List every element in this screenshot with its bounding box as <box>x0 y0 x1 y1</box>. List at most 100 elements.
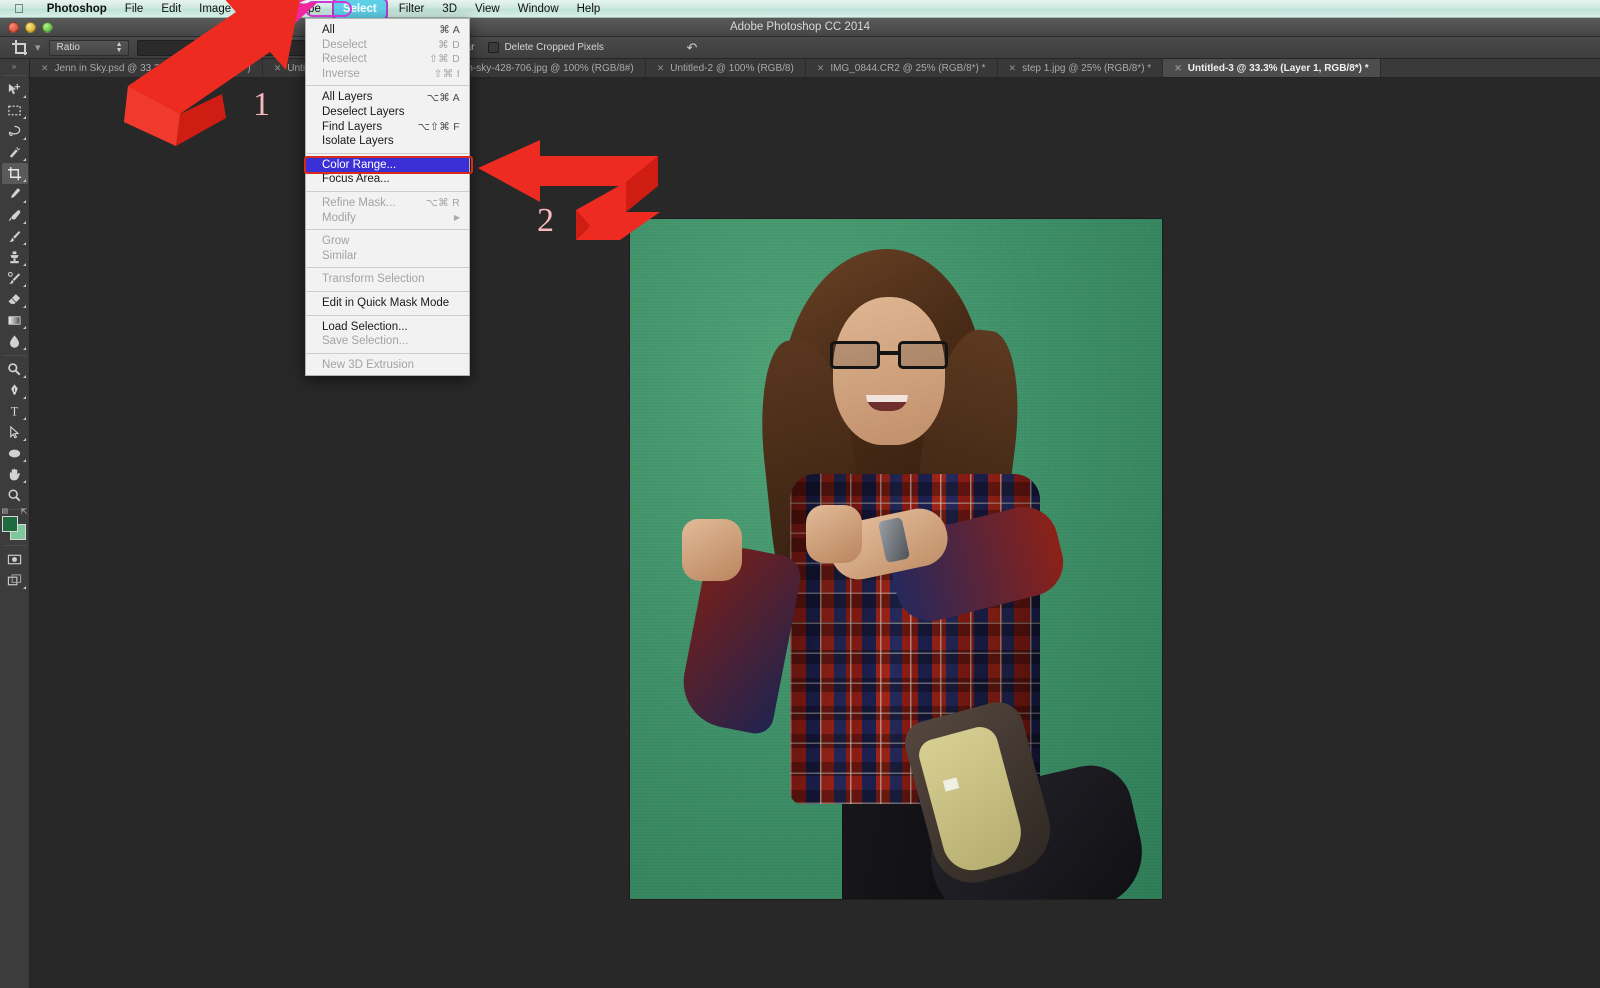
move-tool[interactable] <box>2 79 28 100</box>
close-icon[interactable]: ✕ <box>41 63 49 74</box>
delete-cropped-pixels-checkbox[interactable]: Delete Cropped Pixels <box>488 42 604 53</box>
crop-tool[interactable] <box>1 163 28 184</box>
menu-help[interactable]: Help <box>568 0 610 18</box>
tool-more-indicator <box>22 95 26 98</box>
quick-selection-tool[interactable] <box>2 142 28 163</box>
menu-item-color-range[interactable]: Color Range... <box>306 157 469 173</box>
menu-filter[interactable]: Filter <box>390 0 434 18</box>
close-icon[interactable]: ✕ <box>274 63 282 74</box>
lasso-tool[interactable] <box>2 121 28 142</box>
crop-ratio-select[interactable]: Ratio ▲ ▼ <box>48 39 129 56</box>
document-tab[interactable]: ✕ Untitled-2 @ 100% (RGB/8) <box>645 59 806 77</box>
menu-type[interactable]: Type <box>287 0 330 18</box>
pen-tool[interactable] <box>2 380 28 401</box>
crop-tool-icon <box>12 40 27 55</box>
document-image[interactable] <box>630 219 1162 899</box>
spot-healing-brush-tool[interactable] <box>2 205 28 226</box>
document-tab[interactable]: ✕ Jenn in Sky.psd @ 33.3% (Layer 0, RGB/… <box>30 59 263 77</box>
tab-label: Untitled-2 @ 100% (RGB/8) <box>670 62 794 74</box>
menu-divider <box>306 352 469 354</box>
menu-item-label: Isolate Layers <box>322 135 394 148</box>
document-tab[interactable]: ✕ step 1.jpg @ 25% (RGB/8*) * <box>997 59 1164 77</box>
zoom-tool[interactable] <box>2 485 28 506</box>
panel-grip-icon[interactable]: » <box>12 61 17 72</box>
close-icon[interactable]: ✕ <box>1174 63 1182 74</box>
svg-text:T: T <box>11 405 19 419</box>
quick-mask-mode-button[interactable] <box>2 549 28 570</box>
ellipse-shape-tool[interactable] <box>2 443 28 464</box>
eraser-tool[interactable] <box>2 289 28 310</box>
menu-item-label: Color Range... <box>322 158 397 171</box>
color-swatches[interactable]: ▤ ⇱ <box>1 507 28 542</box>
hand-tool[interactable] <box>2 464 28 485</box>
menu-item-shortcut: ⌘ D <box>438 38 460 51</box>
tool-more-indicator <box>22 480 26 483</box>
menu-item-inverse: Inverse ⇧⌘ I <box>306 67 469 82</box>
canvas-area[interactable] <box>30 78 1600 988</box>
menu-item-label: Inverse <box>322 67 360 80</box>
path-selection-tool[interactable] <box>2 422 28 443</box>
close-icon[interactable]: ✕ <box>657 63 665 74</box>
brush-tool[interactable] <box>2 226 28 247</box>
menu-item-isolate-layers[interactable]: Isolate Layers <box>306 134 469 149</box>
document-tab[interactable]: ✕ IMG_0844.CR2 @ 25% (RGB/8*) * <box>805 59 998 77</box>
menu-item-label: Save Selection... <box>322 335 409 348</box>
menu-photoshop[interactable]: Photoshop <box>38 0 116 18</box>
reset-arrow-icon[interactable]: ↶ <box>684 40 700 56</box>
default-colors-icon[interactable]: ▤ <box>2 507 9 515</box>
close-icon[interactable]: ✕ <box>1009 63 1017 74</box>
menu-image[interactable]: Image <box>190 0 240 18</box>
tool-more-indicator <box>22 137 26 140</box>
select-menu-dropdown[interactable]: All ⌘ A Deselect ⌘ D Reselect ⇧⌘ D Inver… <box>304 18 473 377</box>
menu-3d[interactable]: 3D <box>433 0 466 18</box>
menu-view[interactable]: View <box>466 0 509 18</box>
history-brush-tool[interactable] <box>2 268 28 289</box>
divider <box>3 545 26 546</box>
menu-select[interactable]: Select <box>333 0 386 18</box>
menu-item-all[interactable]: All ⌘ A <box>306 23 469 38</box>
apple-logo-icon[interactable]:  <box>14 2 24 15</box>
swap-colors-icon[interactable]: ⇱ <box>21 507 28 516</box>
menu-file[interactable]: File <box>116 0 153 18</box>
eyedropper-tool[interactable] <box>2 184 28 205</box>
menu-item-label: New 3D Extrusion <box>322 358 415 371</box>
menu-item-shortcut: ⇧⌘ I <box>433 68 460 81</box>
blur-tool[interactable] <box>2 331 28 352</box>
type-tool[interactable]: T <box>2 401 28 422</box>
gradient-tool[interactable] <box>2 310 28 331</box>
menu-edit[interactable]: Edit <box>152 0 190 18</box>
menu-item-new-3d-extrusion: New 3D Extrusion <box>306 358 469 373</box>
tool-more-indicator <box>22 586 26 589</box>
tool-more-indicator <box>22 438 26 441</box>
rectangular-marquee-tool[interactable] <box>2 100 28 121</box>
tab-label: Untitled-3 @ 33.3% (Layer 1, RGB/8*) * <box>1187 62 1369 74</box>
menu-item-label: Find Layers <box>322 120 383 133</box>
document-tab-bar: ✕ Jenn in Sky.psd @ 33.3% (Layer 0, RGB/… <box>30 59 1600 78</box>
tools-panel: » T ▤ ⇱ <box>0 59 30 988</box>
menu-item-all-layers[interactable]: All Layers ⌥⌘ A <box>306 90 469 105</box>
menu-divider <box>306 267 469 269</box>
clone-stamp-tool[interactable] <box>2 247 28 268</box>
dodge-tool[interactable] <box>2 359 28 380</box>
menu-divider <box>306 85 469 87</box>
menu-window[interactable]: Window <box>509 0 568 18</box>
menu-item-label: Transform Selection <box>322 273 425 286</box>
lens-left <box>830 341 880 369</box>
foreground-color-swatch[interactable] <box>1 516 18 532</box>
document-tab-active[interactable]: ✕ Untitled-3 @ 33.3% (Layer 1, RGB/8*) * <box>1163 59 1381 77</box>
screen-mode-button[interactable] <box>2 570 28 591</box>
subject-teeth <box>866 395 908 402</box>
menu-item-focus-area[interactable]: Focus Area... <box>306 172 469 187</box>
menu-layer[interactable]: Layer <box>240 0 287 18</box>
close-icon[interactable]: ✕ <box>817 63 825 74</box>
menu-item-edit-quick-mask[interactable]: Edit in Quick Mask Mode <box>306 296 469 311</box>
tool-preset-picker[interactable]: ▾ <box>35 41 41 54</box>
menu-item-load-selection[interactable]: Load Selection... <box>306 320 469 335</box>
menu-item-reselect: Reselect ⇧⌘ D <box>306 52 469 67</box>
tab-label: IMG_0844.CR2 @ 25% (RGB/8*) * <box>830 62 986 74</box>
menu-item-deselect-layers[interactable]: Deselect Layers <box>306 105 469 120</box>
tool-more-indicator <box>22 221 26 224</box>
menu-item-label: Deselect <box>322 38 367 51</box>
menu-item-label: Grow <box>322 235 350 248</box>
menu-item-find-layers[interactable]: Find Layers ⌥⇧⌘ F <box>306 120 469 135</box>
